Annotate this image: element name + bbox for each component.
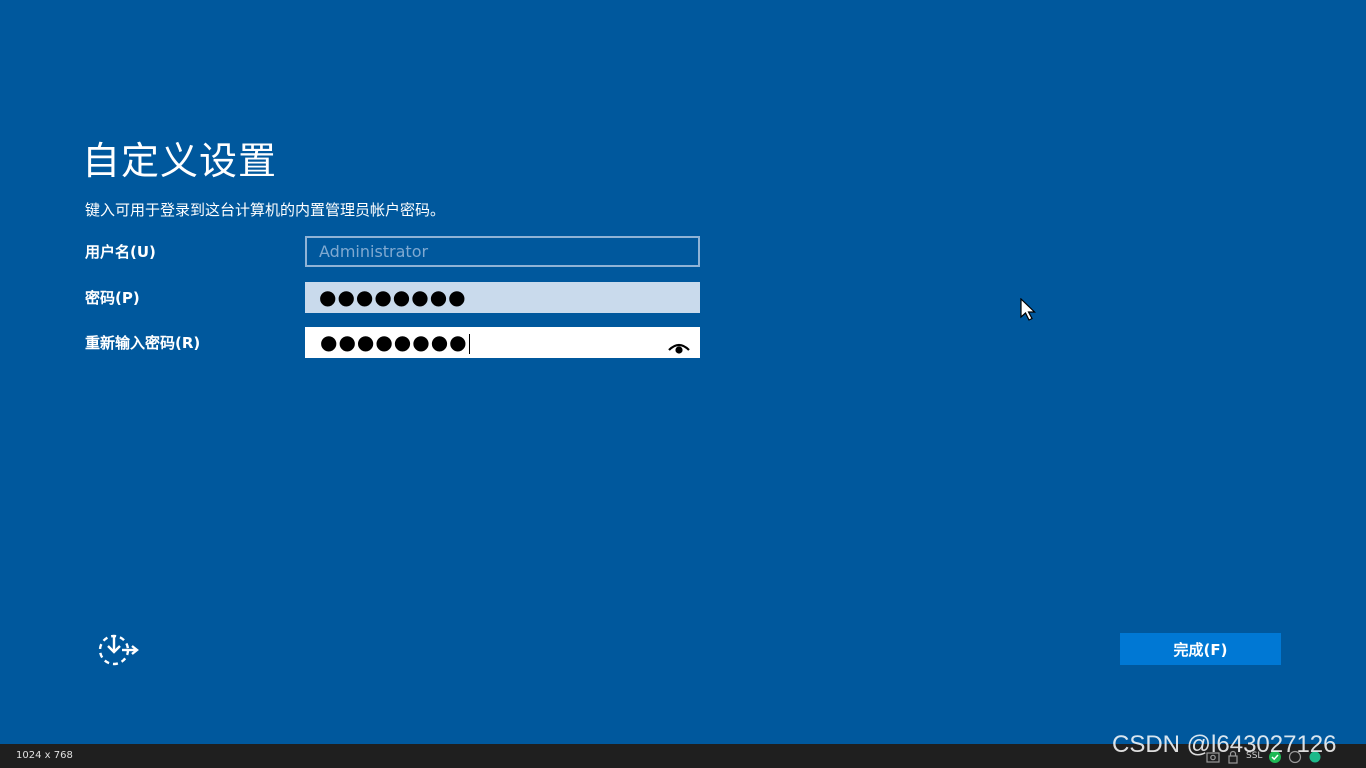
- username-label: 用户名(U): [85, 243, 156, 261]
- confirm-password-value: ●●●●●●●●: [320, 330, 468, 354]
- text-caret: [468, 333, 470, 354]
- resolution-readout: 1024 x 768: [16, 750, 73, 761]
- setup-screen: 自定义设置 键入可用于登录到这台计算机的内置管理员帐户密码。 用户名(U) Ad…: [0, 0, 1366, 744]
- finish-button[interactable]: 完成(F): [1120, 633, 1281, 665]
- password-value: ●●●●●●●●: [319, 285, 467, 309]
- confirm-password-label: 重新输入密码(R): [85, 334, 201, 352]
- eye-icon[interactable]: [667, 335, 691, 354]
- password-label: 密码(P): [85, 289, 140, 307]
- mouse-pointer-icon: [1020, 297, 1038, 322]
- page-subtitle: 键入可用于登录到这台计算机的内置管理员帐户密码。: [85, 201, 446, 219]
- ease-of-access-icon[interactable]: [94, 633, 140, 667]
- confirm-password-field[interactable]: ●●●●●●●●: [305, 327, 700, 358]
- username-field[interactable]: Administrator: [305, 236, 700, 267]
- page-title: 自定义设置: [82, 139, 278, 183]
- password-field[interactable]: ●●●●●●●●: [305, 282, 700, 313]
- watermark: CSDN @l643027126: [1112, 731, 1337, 758]
